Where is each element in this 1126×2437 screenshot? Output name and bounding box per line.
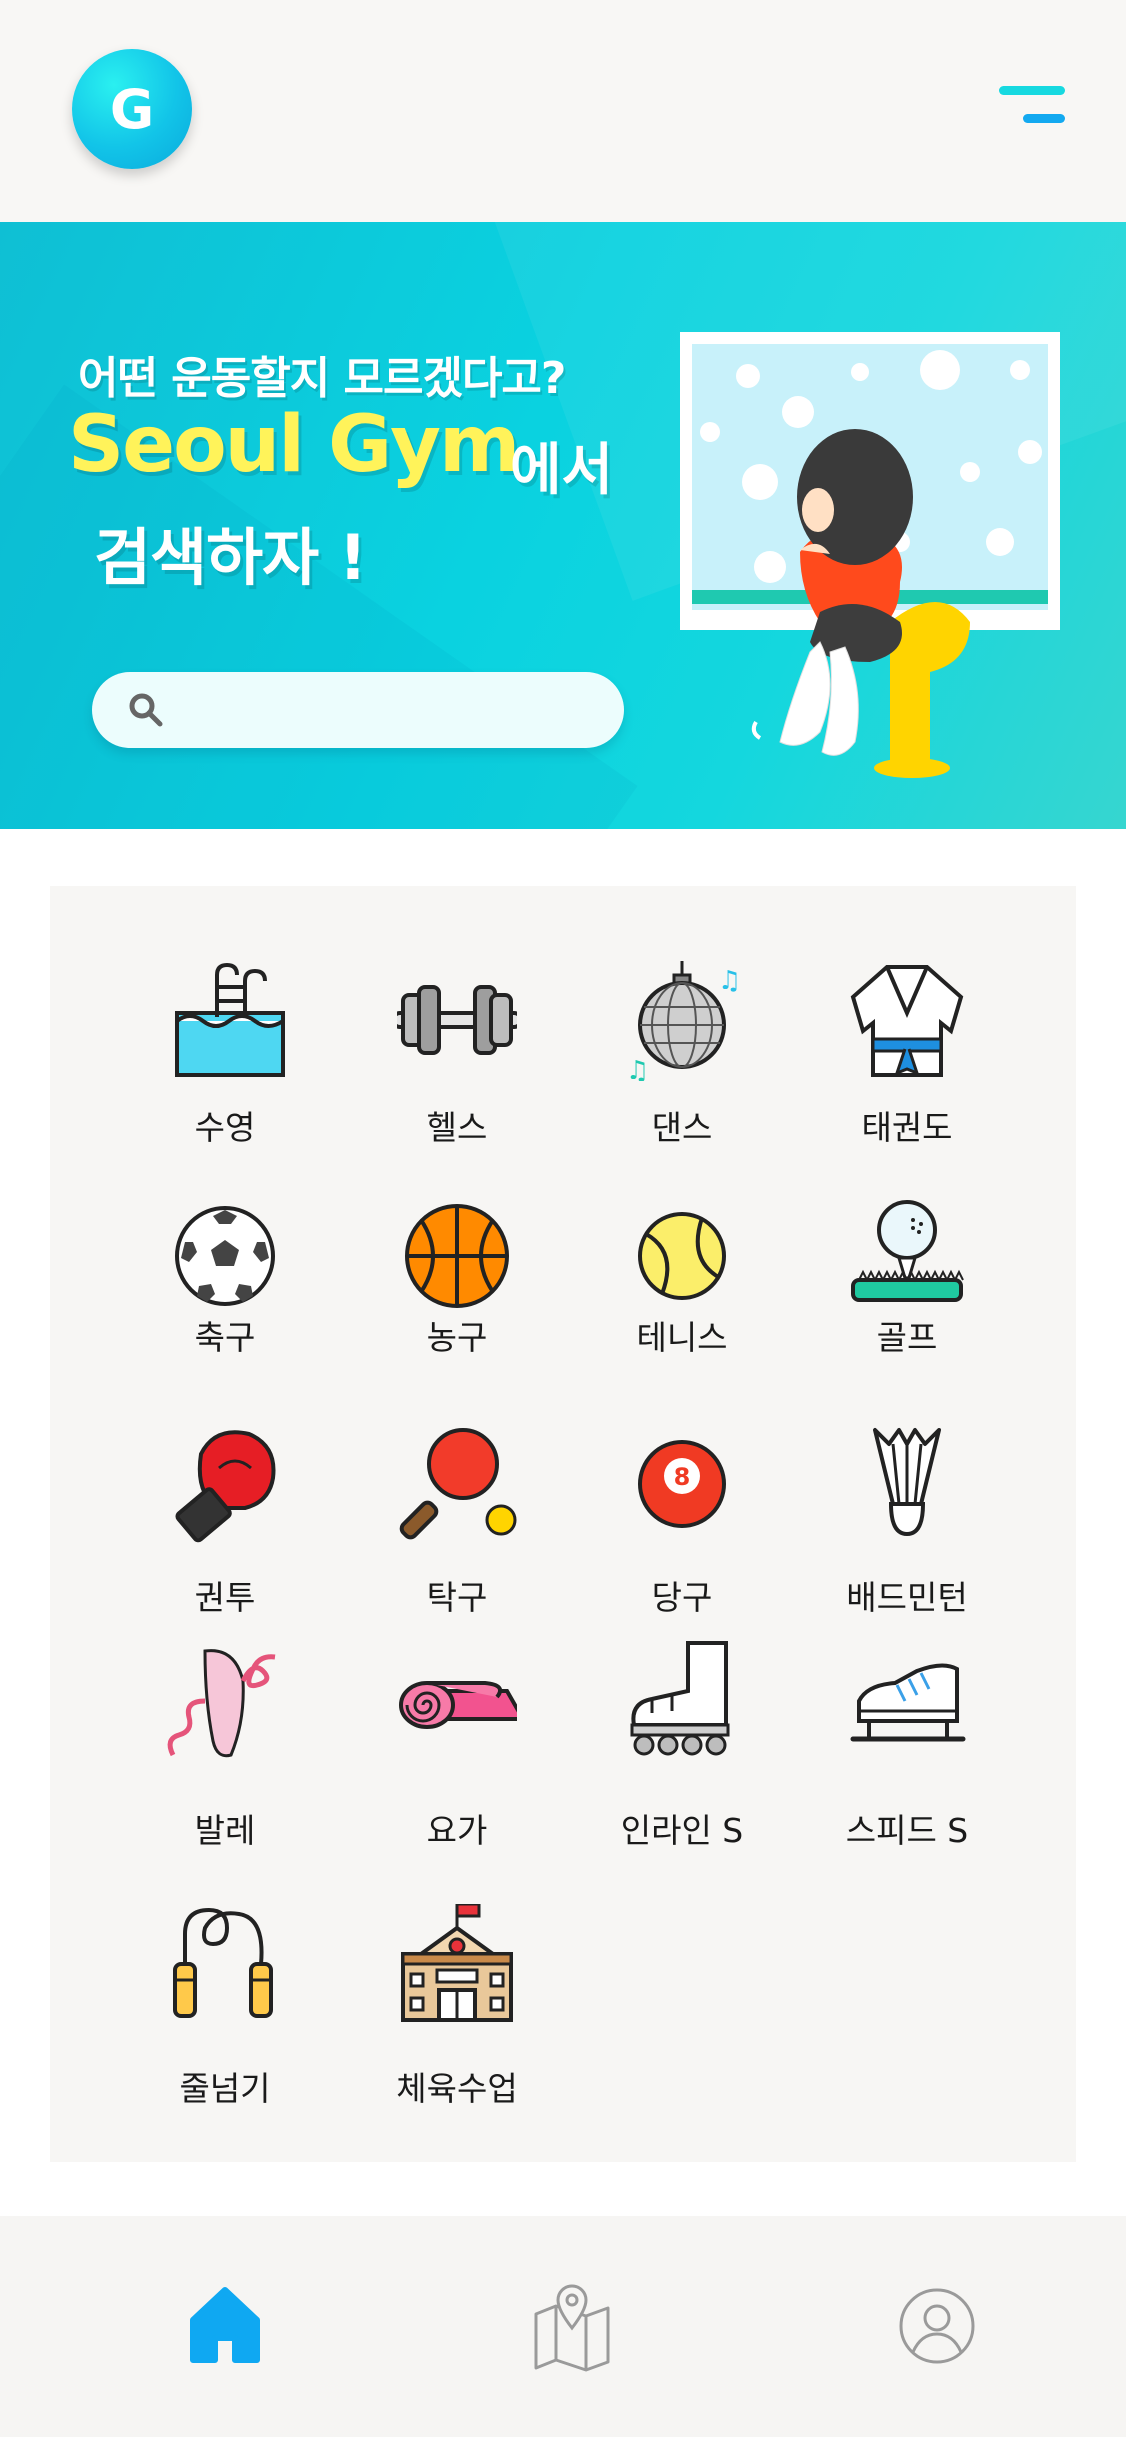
dumbbell-icon [397,985,517,1055]
nav-map[interactable] [522,2276,622,2376]
logo-letter: G [109,77,155,141]
category-golf[interactable]: 골프 [807,1196,1007,1396]
disco-ball-icon: ♫ ♫ [626,961,741,1081]
banner-cta: 검색하자 ! [94,521,367,594]
category-label: 수영 [194,1108,256,1147]
category-label: 요가 [426,1811,488,1850]
category-ballet[interactable]: 발레 [125,1641,325,1850]
category-label: 당구 [651,1578,713,1617]
category-label: 배드민턴 [846,1578,968,1617]
category-label: 농구 [426,1318,488,1357]
category-label: 체육수업 [396,2069,518,2108]
category-soccer[interactable]: 축구 [125,1196,325,1396]
svg-text:♫: ♫ [718,966,741,996]
tennis-ball-icon [638,1212,726,1300]
category-label: 탁구 [426,1578,488,1617]
jump-rope-icon [173,1907,273,2018]
category-label: 축구 [194,1318,256,1357]
category-label: 골프 [876,1318,938,1357]
app-logo[interactable]: G [72,49,192,169]
map-icon [534,2284,610,2372]
category-label: 댄스 [651,1108,713,1147]
swimming-icon [175,962,285,1077]
category-label: 인라인 S [620,1811,744,1850]
soccer-ball-icon [175,1206,275,1306]
banner-suffix: 에서 [510,438,614,503]
home-icon [190,2287,260,2363]
taekwondo-uniform-icon [850,965,964,1077]
category-jump-rope[interactable]: 줄넘기 [125,1904,325,2108]
search-input[interactable] [182,684,592,736]
child-at-window-illustration [680,332,1060,778]
category-dance[interactable]: ♫ ♫ 댄스 [582,961,782,1161]
banner-headline: 어떤 운동할지 모르겠다고? [78,353,566,404]
category-billiards[interactable]: 8 당구 [582,1424,782,1624]
category-fitness[interactable]: 헬스 [357,961,557,1161]
category-swimming[interactable]: 수영 [125,961,325,1161]
nav-profile[interactable] [887,2276,987,2376]
hero-banner: 어떤 운동할지 모르겠다고? Seoul Gym 에서 검색하자 ! [0,222,1126,829]
svg-text:8: 8 [674,1463,691,1491]
search-bar[interactable] [92,672,624,748]
category-taekwondo[interactable]: 태권도 [807,961,1007,1161]
inline-skate-icon [630,1641,730,1756]
category-pe-class[interactable]: 체육수업 [357,1904,557,2108]
category-inline-skate[interactable]: 인라인 S [582,1641,782,1850]
yoga-mat-icon [399,1681,517,1729]
banner-brand: Seoul Gym [68,400,520,490]
category-label: 발레 [194,1811,256,1850]
category-label: 줄넘기 [179,2069,271,2108]
category-speed-skate[interactable]: 스피드 S [807,1641,1007,1850]
category-basketball[interactable]: 농구 [357,1196,557,1396]
category-label: 스피드 S [845,1811,969,1850]
category-boxing[interactable]: 권투 [125,1424,325,1624]
category-label: 헬스 [426,1108,488,1147]
ballet-shoe-icon [167,1649,276,1758]
svg-text:♫: ♫ [626,1056,649,1081]
category-label: 권투 [194,1578,256,1617]
category-yoga[interactable]: 요가 [357,1641,557,1850]
nav-home[interactable] [175,2276,275,2376]
category-tennis[interactable]: 테니스 [582,1196,782,1396]
speed-skate-icon [850,1663,966,1742]
category-pingpong[interactable]: 탁구 [357,1424,557,1624]
category-badminton[interactable]: 배드민턴 [807,1424,1007,1624]
billiard-ball-icon: 8 [638,1440,726,1528]
shuttlecock-icon [873,1428,941,1537]
golf-ball-icon [851,1200,964,1302]
category-label: 태권도 [861,1108,953,1147]
menu-icon[interactable] [995,82,1071,132]
school-building-icon [401,1904,513,2022]
app-header: G [0,0,1126,222]
boxing-glove-icon [175,1430,276,1543]
ping-pong-icon [399,1428,517,1540]
category-grid: 수영 헬스 ♫ ♫ 댄스 태권도 축구 농구 테니스 골프 권투 탁구 8 당구… [50,886,1076,2162]
basketball-icon [405,1204,509,1308]
category-label: 테니스 [636,1318,728,1357]
bottom-navigation [0,2216,1126,2437]
search-icon [129,693,163,727]
user-icon [899,2288,975,2364]
